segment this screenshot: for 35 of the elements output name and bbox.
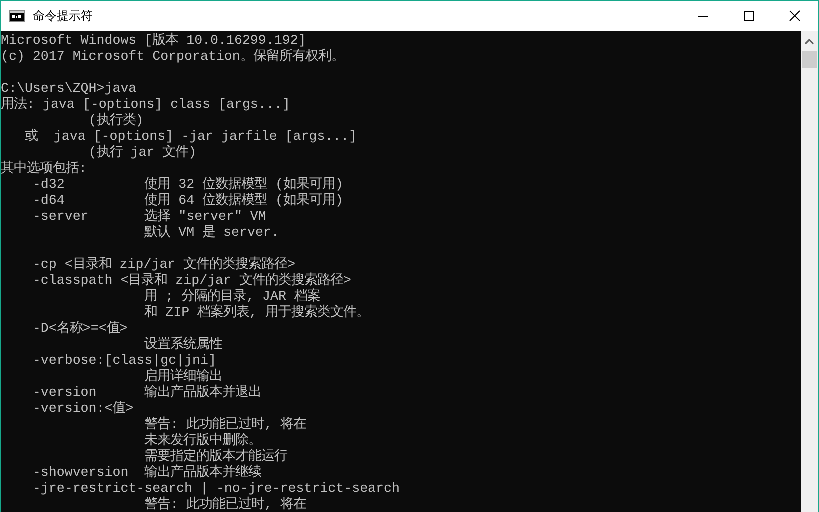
console-line: C:\Users\ZQH>java <box>1 81 137 96</box>
console-line: -server 选择 "server" VM <box>32 209 266 225</box>
console-line: Microsoft Windows [版本 10.0.16299.192] <box>1 33 306 49</box>
console-line: 默认 VM 是 server. <box>144 225 280 241</box>
console-line: 警告: 此功能已过时, 将在 <box>144 417 307 432</box>
console-line: -d32 使用 32 位数据模型 (如果可用) <box>32 177 344 193</box>
console-line: 设置系统属性 <box>144 337 223 353</box>
console-line: -d64 使用 64 位数据模型 (如果可用) <box>32 193 344 209</box>
console-line: 或 java [-options] -jar jarfile [args...] <box>24 129 358 144</box>
console-line: (c) 2017 Microsoft Corporation。保留所有权利。 <box>1 49 344 65</box>
close-icon[interactable] <box>789 10 801 22</box>
console-line: 用法: java [-options] class [args...] <box>1 97 290 112</box>
maximize-icon[interactable] <box>743 10 755 22</box>
console-line: -verbose:[class|gc|jni] <box>32 353 216 368</box>
window-title: 命令提示符 <box>33 8 93 24</box>
console-line: -version 输出产品版本并退出 <box>32 385 262 401</box>
console-line: 和 ZIP 档案列表, 用于搜索类文件。 <box>144 305 370 321</box>
console-line: (执行类) <box>88 113 144 129</box>
scrollbar[interactable] <box>801 31 818 512</box>
console-line: 用 ; 分隔的目录, JAR 档案 <box>144 289 320 304</box>
console-line: -classpath <目录和 zip/jar 文件的类搜索路径> <box>32 273 352 288</box>
console-line: -showversion 输出产品版本并继续 <box>32 465 262 481</box>
console-line: -cp <目录和 zip/jar 文件的类搜索路径> <box>32 257 296 272</box>
console-line: (执行 jar 文件) <box>88 145 197 161</box>
console-line: -version:<值> <box>32 401 134 417</box>
console-line: 启用详细输出 <box>144 369 223 384</box>
scroll-up-icon[interactable] <box>805 39 814 45</box>
console-line: -D<名称>=<值> <box>32 321 128 337</box>
console-line: 警告: 此功能已过时, 将在 <box>144 497 307 512</box>
scroll-thumb[interactable] <box>802 51 817 68</box>
console-line: 其中选项包括: <box>1 161 87 177</box>
console-line: 需要指定的版本才能运行 <box>144 449 288 464</box>
console-line: -jre-restrict-search | -no-jre-restrict-search <box>32 481 400 496</box>
console-icon <box>9 10 25 22</box>
console-line: 未来发行版中删除。 <box>144 433 262 448</box>
